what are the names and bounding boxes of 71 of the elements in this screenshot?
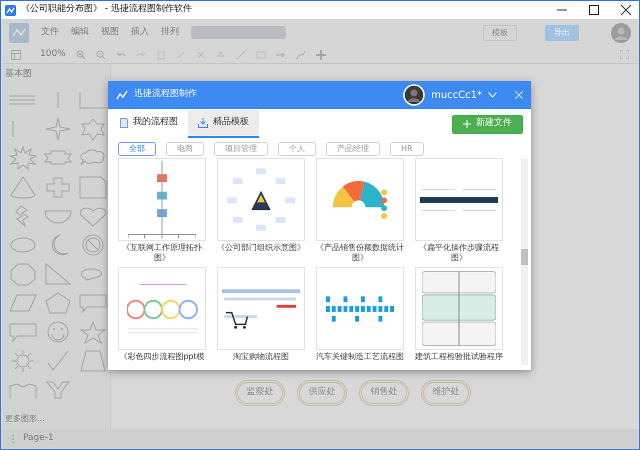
template-name[interactable]: 建筑工程检验批试验程序 xyxy=(415,350,503,370)
filter-tab[interactable]: 全部 xyxy=(118,142,156,156)
filter-tab[interactable]: 产品经理 xyxy=(326,142,380,156)
template-name[interactable]: 《扁平化操作步骤流程图》 xyxy=(415,241,503,263)
org-node: 维护处 xyxy=(421,380,471,406)
download-icon xyxy=(198,118,208,128)
template-name[interactable]: 《彩色四步流程图ppt模 xyxy=(118,350,206,370)
document-icon xyxy=(120,118,128,128)
plus-icon xyxy=(463,120,471,128)
template-name[interactable]: 淘宝购物流程图 xyxy=(217,350,305,370)
filter-tab[interactable]: 电商 xyxy=(166,142,204,156)
pen-icon[interactable] xyxy=(236,50,246,60)
template-name[interactable]: 《公司部门组织示意图》 xyxy=(217,241,305,263)
window-title: 《公司职能分布图》 - 迅捷流程图制作软件 xyxy=(21,3,192,16)
tab[interactable]: 我的流程图 xyxy=(110,110,188,138)
app-logo-icon xyxy=(9,22,29,42)
frame-icon[interactable] xyxy=(256,50,266,60)
template-name[interactable]: 汽车关键制造工艺流程图 xyxy=(316,350,404,370)
note-icon[interactable] xyxy=(77,174,109,198)
template-name[interactable]: 《互联网工作原理拓扑图》 xyxy=(118,241,206,263)
diagram-thumbnail xyxy=(227,168,295,231)
header-button[interactable]: 导出 xyxy=(545,24,579,40)
section-header[interactable]: 基本图 xyxy=(5,68,106,82)
header-button[interactable]: 模板 xyxy=(483,24,517,40)
menu-item[interactable]: 文件 xyxy=(41,26,59,40)
org-node: 销售处 xyxy=(359,380,409,406)
more-shapes-link[interactable]: 更多图形... xyxy=(5,413,106,425)
diagram-thumbnail xyxy=(126,284,198,333)
user-name[interactable]: muccCc1* xyxy=(431,88,482,102)
diagram-thumbnail xyxy=(326,296,394,322)
tab[interactable]: 精品模板 xyxy=(188,110,259,138)
scrollbar[interactable] xyxy=(521,159,528,365)
dialog-title: 迅捷流程图制作 xyxy=(134,88,197,102)
maximize-icon[interactable] xyxy=(589,5,599,15)
arrow-icon[interactable] xyxy=(276,50,286,60)
menu-item[interactable]: 视图 xyxy=(101,26,119,40)
delete-icon[interactable] xyxy=(156,50,166,60)
menu-item[interactable]: 排列 xyxy=(161,26,179,40)
close-icon[interactable] xyxy=(621,5,631,15)
zoom-out-icon[interactable] xyxy=(96,50,106,60)
template-card[interactable] xyxy=(415,158,503,241)
search-field[interactable] xyxy=(191,26,286,39)
logo-icon xyxy=(116,90,128,100)
new-file-button[interactable]: 新建文件 xyxy=(452,114,523,134)
menu-item[interactable]: 插入 xyxy=(131,26,149,40)
burst-icon[interactable] xyxy=(7,146,39,170)
page-tab[interactable]: Page-1 xyxy=(23,432,54,446)
template-card[interactable] xyxy=(217,158,305,241)
zoom-level[interactable]: 100% xyxy=(40,48,66,62)
app-logo-icon xyxy=(5,4,16,16)
plus-icon[interactable] xyxy=(316,50,326,60)
link-icon[interactable] xyxy=(176,50,186,60)
avatar-icon xyxy=(611,22,631,42)
filter-tab[interactable]: HR xyxy=(390,142,424,156)
zoom-in-icon[interactable] xyxy=(76,50,86,60)
chevron-down-icon[interactable] xyxy=(488,92,497,98)
diagram-thumbnail xyxy=(333,180,387,218)
layout-icon[interactable] xyxy=(11,50,21,60)
template-name[interactable]: 《产品销售份额数据统计图》 xyxy=(316,241,404,263)
curve-icon[interactable] xyxy=(296,50,306,60)
star-icon[interactable] xyxy=(77,320,109,344)
menu-item[interactable]: 编辑 xyxy=(71,26,89,40)
fullscreen-icon[interactable] xyxy=(620,50,629,59)
filter-tab[interactable]: 个人 xyxy=(278,142,316,156)
filter-tab[interactable]: 项目管理 xyxy=(214,142,268,156)
scrollbar-thumb[interactable] xyxy=(521,249,528,265)
unlink-icon[interactable] xyxy=(196,50,206,60)
fill-icon[interactable] xyxy=(216,50,226,60)
org-node: 供应处 xyxy=(297,380,347,406)
avatar-icon xyxy=(403,84,426,106)
org-node: 监察处 xyxy=(235,380,285,406)
